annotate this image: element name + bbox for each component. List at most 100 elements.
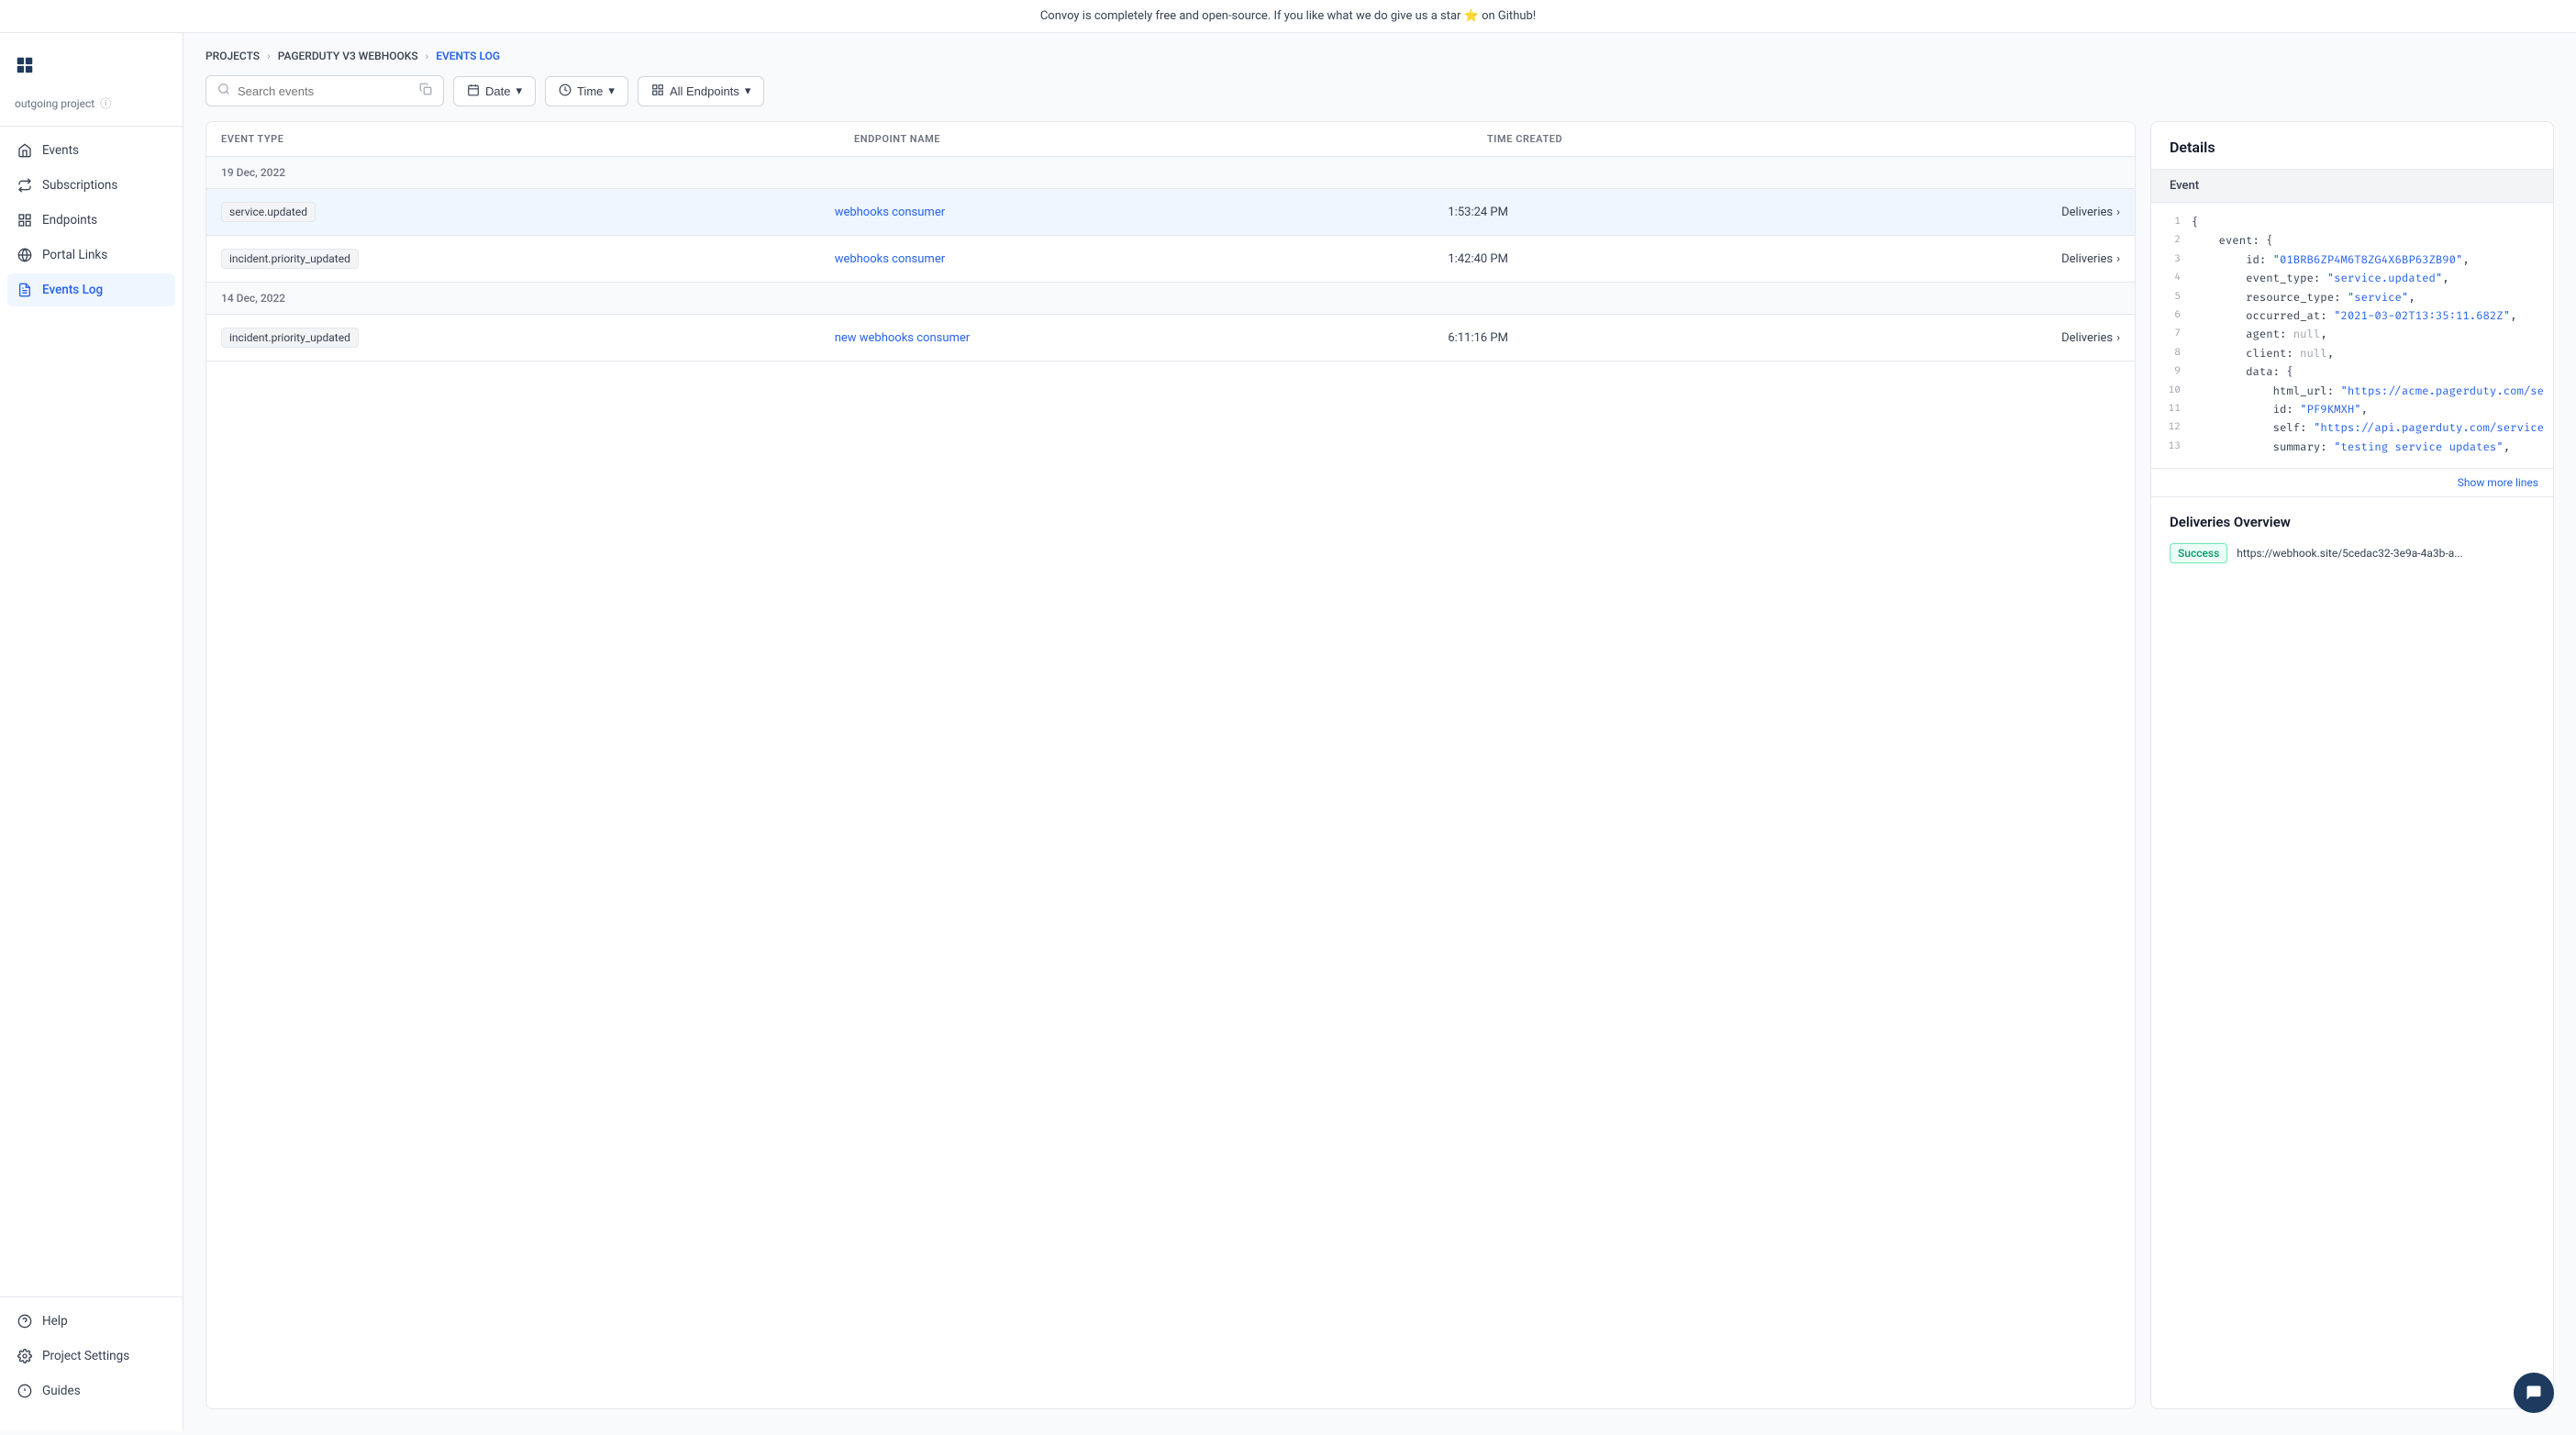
chevron-right-icon: › (2116, 331, 2120, 345)
top-banner: Convoy is completely free and open-sourc… (0, 0, 2576, 33)
sidebar-item-label: Endpoints (42, 213, 97, 228)
guides-icon (17, 1383, 33, 1399)
events-table: EVENT TYPE ENDPOINT NAME TIME CREATED 19… (205, 121, 2136, 1409)
chevron-down-icon: ▾ (608, 83, 615, 98)
breadcrumb: PROJECTS › PAGERDUTY V3 WEBHOOKS › EVENT… (183, 33, 2576, 75)
table-row[interactable]: service.updated webhooks consumer 1:53:2… (206, 189, 2135, 236)
table-row[interactable]: incident.priority_updated webhooks consu… (206, 236, 2135, 283)
details-title: Details (2151, 122, 2553, 170)
code-line-1: 1 { (2151, 214, 2553, 232)
project-badge: outgoing project ⓘ (0, 90, 183, 127)
sidebar-item-endpoints[interactable]: Endpoints (7, 204, 175, 237)
time-filter-label: Time (577, 84, 603, 98)
code-line-12: 12 self: "https://api.pagerduty.com/serv… (2151, 419, 2553, 438)
help-icon (17, 1313, 33, 1329)
code-line-4: 4 event_type: "service.updated", (2151, 270, 2553, 288)
endpoints-filter-button[interactable]: All Endpoints ▾ (638, 76, 764, 106)
endpoint-cell: new webhooks consumer (835, 330, 1449, 345)
chevron-right-icon: › (2116, 206, 2120, 219)
code-line-8: 8 client: null, (2151, 345, 2553, 363)
date-group-dec14: 14 Dec, 2022 (206, 283, 2135, 315)
grid-icon (651, 83, 664, 99)
search-box[interactable] (205, 75, 444, 106)
delivery-url: https://webhook.site/5cedac32-3e9a-4a3b-… (2237, 547, 2462, 560)
code-block: 1 { 2 event: { 3 id: "01BRB6ZP4M6T8ZG4X6… (2151, 203, 2553, 469)
chevron-down-icon: ▾ (745, 83, 751, 98)
chat-button[interactable] (2514, 1373, 2554, 1413)
endpoint-link[interactable]: new webhooks consumer (835, 331, 971, 345)
breadcrumb-pagerduty[interactable]: PAGERDUTY V3 WEBHOOKS (278, 50, 418, 62)
time-cell: 1:53:24 PM (1448, 206, 2061, 219)
endpoint-link[interactable]: webhooks consumer (835, 252, 945, 266)
details-panel: Details Event 1 { 2 event: { 3 id: "01BR… (2150, 121, 2554, 1409)
code-line-7: 7 agent: null, (2151, 326, 2553, 344)
sidebar-item-subscriptions[interactable]: Subscriptions (7, 169, 175, 202)
sidebar-item-label: Portal Links (42, 248, 107, 262)
time-cell: 1:42:40 PM (1448, 252, 2061, 266)
deliveries-button[interactable]: Deliveries › (2061, 206, 2120, 219)
convoy-logo (0, 48, 183, 90)
banner-text: Convoy is completely free and open-sourc… (1040, 9, 1536, 23)
sidebar-item-label: Guides (42, 1384, 81, 1398)
sidebar-item-guides[interactable]: Guides (7, 1374, 175, 1407)
deliveries-overview-title: Deliveries Overview (2170, 514, 2535, 530)
event-type-badge: service.updated (221, 202, 316, 222)
date-group-dec19: 19 Dec, 2022 (206, 157, 2135, 189)
code-line-3: 3 id: "01BRB6ZP4M6T8ZG4X6BP63ZB90", (2151, 251, 2553, 270)
table-row[interactable]: incident.priority_updated new webhooks c… (206, 315, 2135, 362)
deliveries-button[interactable]: Deliveries › (2061, 331, 2120, 345)
eventslog-icon (17, 282, 33, 298)
breadcrumb-sep-2: › (426, 50, 429, 62)
project-badge-label: outgoing project (15, 97, 94, 110)
date-filter-button[interactable]: Date ▾ (453, 76, 536, 106)
main-content: PROJECTS › PAGERDUTY V3 WEBHOOKS › EVENT… (183, 33, 2576, 1431)
time-filter-button[interactable]: Time ▾ (545, 76, 628, 106)
breadcrumb-sep-1: › (267, 50, 271, 62)
portal-icon (17, 247, 33, 263)
event-type-badge: incident.priority_updated (221, 328, 359, 348)
search-input[interactable] (238, 84, 412, 98)
home-icon (17, 142, 33, 159)
sidebar-item-events[interactable]: Events (7, 134, 175, 167)
details-event-tab[interactable]: Event (2151, 170, 2553, 203)
sidebar-item-label: Subscriptions (42, 178, 117, 193)
show-more-lines[interactable]: Show more lines (2151, 469, 2553, 497)
sidebar-item-label: Events Log (42, 283, 103, 297)
sidebar-item-help[interactable]: Help (7, 1305, 175, 1338)
sidebar-bottom: Help Project Settings Guides (0, 1296, 183, 1417)
code-line-2: 2 event: { (2151, 232, 2553, 250)
code-line-6: 6 occurred_at: "2021-03-02T13:35:11.682Z… (2151, 307, 2553, 326)
event-type-cell: incident.priority_updated (221, 249, 835, 269)
sidebar-nav: Events Subscriptions Endpoints (0, 134, 183, 1289)
code-line-13: 13 summary: "testing service updates", (2151, 439, 2553, 457)
time-cell: 6:11:16 PM (1448, 331, 2061, 345)
endpoints-icon (17, 212, 33, 228)
deliveries-overview: Deliveries Overview Success https://webh… (2151, 497, 2553, 576)
calendar-icon (467, 83, 480, 99)
info-icon: ⓘ (100, 95, 111, 111)
clock-icon (559, 83, 572, 99)
toolbar: Date ▾ Time ▾ All Endpoints ▾ (183, 75, 2576, 121)
sidebar-item-project-settings[interactable]: Project Settings (7, 1340, 175, 1373)
delivery-item: Success https://webhook.site/5cedac32-3e… (2170, 543, 2535, 563)
event-type-badge: incident.priority_updated (221, 249, 359, 269)
subscriptions-icon (17, 177, 33, 194)
sidebar: outgoing project ⓘ Events Subscriptions (0, 33, 183, 1431)
code-line-11: 11 id: "PF9KMXH", (2151, 401, 2553, 419)
date-filter-label: Date (485, 84, 510, 98)
code-line-10: 10 html_url: "https://acme.pagerduty.com… (2151, 383, 2553, 401)
search-icon (217, 83, 230, 99)
deliveries-button[interactable]: Deliveries › (2061, 252, 2120, 266)
endpoint-link[interactable]: webhooks consumer (835, 206, 945, 219)
col-event-type: EVENT TYPE (221, 133, 854, 145)
code-line-5: 5 resource_type: "service", (2151, 289, 2553, 307)
sidebar-item-label: Events (42, 143, 79, 158)
chevron-right-icon: › (2116, 252, 2120, 266)
sidebar-item-portal-links[interactable]: Portal Links (7, 239, 175, 272)
sidebar-item-events-log[interactable]: Events Log (7, 273, 175, 306)
col-endpoint-name: ENDPOINT NAME (854, 133, 1487, 145)
breadcrumb-projects[interactable]: PROJECTS (205, 50, 260, 62)
table-header: EVENT TYPE ENDPOINT NAME TIME CREATED (206, 122, 2135, 157)
endpoint-cell: webhooks consumer (835, 205, 1449, 219)
copy-icon[interactable] (419, 83, 432, 99)
